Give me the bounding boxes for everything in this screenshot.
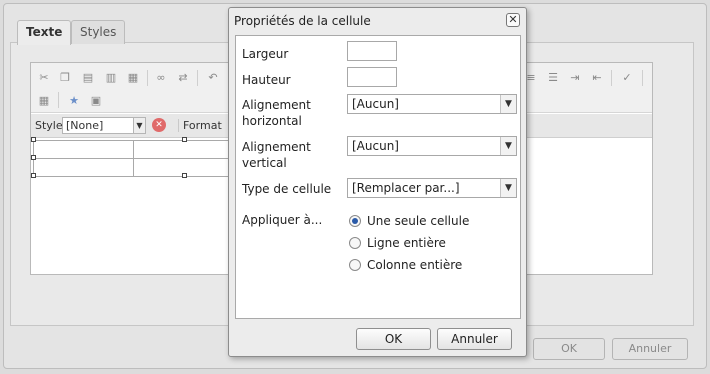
resize-handle[interactable]	[182, 137, 187, 142]
align-v-label-line2: vertical	[242, 156, 287, 170]
clear-format-icon[interactable]: ✕	[152, 118, 166, 132]
cell-properties-dialog: Propriétés de la cellule ✕ Largeur Haute…	[228, 7, 527, 357]
hauteur-input[interactable]	[347, 67, 397, 87]
dialog-body: Largeur Hauteur Alignement horizontal [A…	[235, 35, 521, 319]
radio-single-cell-label: Une seule cellule	[367, 214, 470, 228]
style-label: Style	[35, 119, 63, 132]
cell-type-select[interactable]: [Remplacer par...] ▼	[347, 178, 517, 198]
largeur-input[interactable]	[347, 41, 397, 61]
find-icon[interactable]: ∞	[154, 71, 168, 84]
table-cell[interactable]	[33, 140, 134, 159]
chevron-down-icon: ▼	[500, 95, 516, 113]
ok-button[interactable]: OK	[356, 328, 431, 350]
chevron-down-icon: ▼	[133, 118, 145, 133]
tab-texte[interactable]: Texte	[17, 20, 72, 45]
undo-icon[interactable]: ↶	[206, 71, 220, 84]
radio-whole-row[interactable]: Ligne entière	[349, 236, 446, 250]
apply-to-label: Appliquer à...	[242, 213, 323, 227]
table-cell[interactable]	[33, 158, 134, 177]
source-icon[interactable]: ▣	[89, 94, 103, 107]
style-select[interactable]: [None] ▼	[62, 117, 146, 134]
align-h-label: Alignement horizontal	[242, 97, 311, 129]
chevron-down-icon: ▼	[500, 179, 516, 197]
replace-icon[interactable]: ⇄	[176, 71, 190, 84]
resize-handle[interactable]	[182, 173, 187, 178]
style-select-value: [None]	[66, 119, 104, 132]
align-h-label-line1: Alignement	[242, 98, 311, 112]
radio-unselected-icon[interactable]	[349, 259, 361, 271]
radio-whole-row-label: Ligne entière	[367, 236, 446, 250]
dialog-title: Propriétés de la cellule	[234, 14, 371, 28]
table-row	[33, 158, 233, 177]
resize-handle[interactable]	[31, 173, 36, 178]
ok-button-background[interactable]: OK	[533, 338, 605, 360]
format-label: Format	[178, 119, 222, 132]
cancel-button[interactable]: Annuler	[437, 328, 512, 350]
align-v-select[interactable]: [Aucun] ▼	[347, 136, 517, 156]
tab-styles[interactable]: Styles	[71, 20, 126, 44]
cell-type-value: [Remplacer par...]	[352, 181, 460, 195]
chevron-down-icon: ▼	[500, 137, 516, 155]
close-icon[interactable]: ✕	[506, 13, 520, 27]
hauteur-label: Hauteur	[242, 73, 291, 87]
paste-word-icon[interactable]: ▦	[126, 71, 140, 84]
radio-unselected-icon[interactable]	[349, 237, 361, 249]
indent-icon[interactable]: ⇥	[568, 71, 582, 84]
paste-text-icon[interactable]: ▥	[104, 71, 118, 84]
radio-whole-column[interactable]: Colonne entière	[349, 258, 462, 272]
align-v-label-line1: Alignement	[242, 140, 311, 154]
spellcheck-icon[interactable]: ✓	[620, 71, 634, 84]
copy-icon[interactable]: ❐	[58, 71, 72, 84]
radio-selected-icon[interactable]	[349, 215, 361, 227]
resize-handle[interactable]	[31, 155, 36, 160]
cancel-button-background[interactable]: Annuler	[612, 338, 688, 360]
cell-type-label: Type de cellule	[242, 182, 332, 196]
align-h-value: [Aucun]	[352, 97, 399, 111]
align-v-label: Alignement vertical	[242, 139, 311, 171]
special-char-icon[interactable]: ★	[67, 94, 81, 107]
numbered-list-icon[interactable]: ☰	[546, 71, 560, 84]
table-cell[interactable]	[132, 140, 233, 159]
document-table[interactable]	[33, 140, 233, 177]
table-icon[interactable]: ▦	[37, 94, 51, 107]
radio-whole-column-label: Colonne entière	[367, 258, 463, 272]
outdent-icon[interactable]: ⇤	[590, 71, 604, 84]
cut-icon[interactable]: ✂	[37, 71, 51, 84]
radio-single-cell[interactable]: Une seule cellule	[349, 214, 469, 228]
table-row	[33, 140, 233, 159]
largeur-label: Largeur	[242, 47, 289, 61]
align-h-select[interactable]: [Aucun] ▼	[347, 94, 517, 114]
resize-handle[interactable]	[31, 137, 36, 142]
paste-icon[interactable]: ▤	[81, 71, 95, 84]
align-h-label-line2: horizontal	[242, 114, 302, 128]
align-v-value: [Aucun]	[352, 139, 399, 153]
